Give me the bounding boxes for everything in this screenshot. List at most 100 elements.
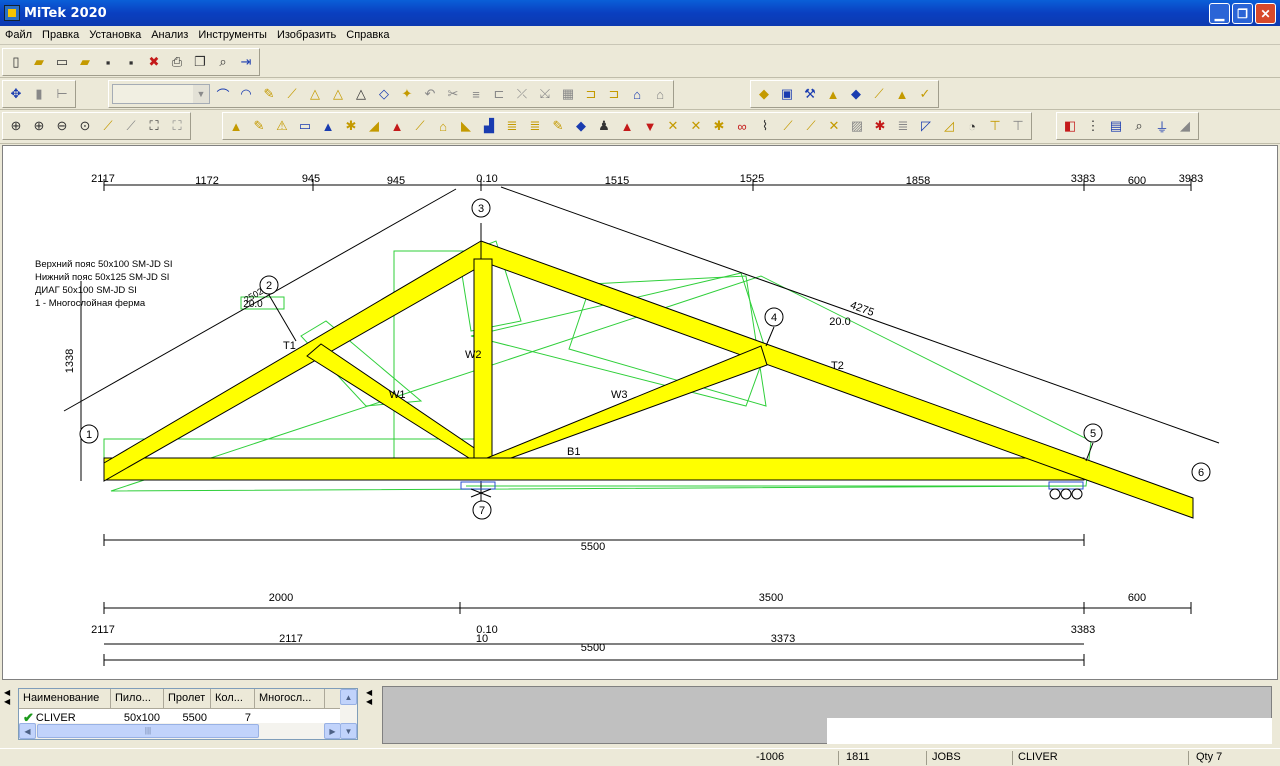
menu-file[interactable]: Файл (0, 29, 37, 41)
col-ply[interactable]: Многосл... (255, 689, 325, 708)
col-span[interactable]: Пролет (164, 689, 211, 708)
layer-combo[interactable]: ▼ (112, 84, 210, 104)
maximize-button[interactable]: ❐ (1232, 3, 1253, 24)
select-icon[interactable]: ⟋ (98, 116, 118, 136)
copy-icon[interactable]: ❐ (190, 52, 210, 72)
cut-icon[interactable]: ✂ (443, 84, 463, 104)
check-mark-icon[interactable]: ✓ (915, 84, 935, 104)
menu-edit[interactable]: Правка (37, 29, 84, 41)
triangle-icon[interactable]: ◿ (939, 116, 959, 136)
truss3-icon[interactable]: △ (351, 84, 371, 104)
exit-door-icon[interactable]: ◧ (1060, 116, 1080, 136)
layer-off-icon[interactable]: ≣ (893, 116, 913, 136)
save-icon[interactable]: ▪ (98, 52, 118, 72)
save-as-icon[interactable]: ▪ (121, 52, 141, 72)
person-icon[interactable]: ♟ (594, 116, 614, 136)
gun-icon[interactable]: ◢ (1175, 116, 1195, 136)
plate-icon[interactable]: ✦ (397, 84, 417, 104)
preview-input-area[interactable] (827, 718, 1272, 744)
scroll-right-icon[interactable]: ▶ (324, 723, 341, 739)
pen-icon[interactable]: ✎ (249, 116, 269, 136)
close-button[interactable]: ✕ (1255, 3, 1276, 24)
cross-icon[interactable]: ✕ (663, 116, 683, 136)
bench-icon[interactable]: ⊤ (985, 116, 1005, 136)
warning-icon[interactable]: ⚠ (272, 116, 292, 136)
bend-icon[interactable]: ⟋ (801, 116, 821, 136)
zoom-out-icon[interactable]: ⊖ (52, 116, 72, 136)
wrench-icon[interactable]: ⚒ (800, 84, 820, 104)
truss2-icon[interactable]: △ (328, 84, 348, 104)
clock-icon[interactable]: ◔ (962, 116, 982, 136)
col-qty[interactable]: Кол... (211, 689, 255, 708)
scroll-left-icon[interactable]: ◀ (19, 723, 36, 739)
grid-horizontal-scrollbar[interactable]: ◀ ||| ▶ (19, 723, 341, 739)
line-icon[interactable]: ⟋ (282, 84, 302, 104)
gable-icon[interactable]: ⌂ (433, 116, 453, 136)
corner-icon[interactable]: ◸ (916, 116, 936, 136)
load-icon[interactable]: ▲ (823, 84, 843, 104)
grid-view-icon[interactable]: ▤ (1106, 116, 1126, 136)
open-folder-icon[interactable]: ▰ (29, 52, 49, 72)
joint-icon[interactable]: ⊏ (489, 84, 509, 104)
analysis-icon[interactable]: ▣ (777, 84, 797, 104)
cross2-icon[interactable]: ✕ (686, 116, 706, 136)
pencil-icon[interactable]: ✎ (259, 84, 279, 104)
dimension-icon[interactable]: ⊢ (52, 84, 72, 104)
x-brace-icon[interactable]: ✕ (824, 116, 844, 136)
web-icon[interactable]: ✱ (341, 116, 361, 136)
scroll-thumb[interactable]: ||| (37, 724, 259, 738)
roof-red2-icon[interactable]: ▲ (617, 116, 637, 136)
bench2-icon[interactable]: ⊤ (1008, 116, 1028, 136)
move-icon[interactable]: ✥ (6, 84, 26, 104)
undo-icon[interactable]: ↶ (420, 84, 440, 104)
arc2-icon[interactable]: ◠ (236, 84, 256, 104)
layers2-icon[interactable]: ≣ (525, 116, 545, 136)
delete-icon[interactable]: ✖ (144, 52, 164, 72)
house2-icon[interactable]: ⌂ (650, 84, 670, 104)
stair-icon[interactable]: ▟ (479, 116, 499, 136)
house-icon[interactable]: ⌂ (627, 84, 647, 104)
truss-drawing[interactable]: 1 2 3 4 5 6 7 T1 T2 W1 W2 W3 B1 2117 117… (3, 146, 1277, 679)
merge-icon[interactable]: ⤩ (535, 84, 555, 104)
cross3-icon[interactable]: ✱ (870, 116, 890, 136)
open-doc-icon[interactable]: ▰ (75, 52, 95, 72)
web2-icon[interactable]: ◢ (364, 116, 384, 136)
star-icon[interactable]: ✱ (709, 116, 729, 136)
edit-member-icon[interactable]: ✎ (548, 116, 568, 136)
bracket-icon[interactable]: ⊐ (581, 84, 601, 104)
menu-tools[interactable]: Инструменты (193, 29, 272, 41)
frame-icon[interactable]: ⛶ (144, 116, 164, 136)
hatch-icon[interactable]: ◣ (456, 116, 476, 136)
split-icon[interactable]: ⤫ (512, 84, 532, 104)
new-doc-icon[interactable]: ▭ (52, 52, 72, 72)
check-icon[interactable]: ◇ (374, 84, 394, 104)
plug-icon[interactable]: ⏚ (1152, 116, 1172, 136)
truss-icon[interactable]: △ (305, 84, 325, 104)
bracket2-icon[interactable]: ⊐ (604, 84, 624, 104)
zoom-icon[interactable]: ⊕ (6, 116, 26, 136)
arrow-left3-icon[interactable]: ◀ (366, 688, 378, 697)
grid-vertical-scrollbar[interactable]: ▲ ▼ (340, 689, 357, 739)
new-file-icon[interactable]: ▯ (6, 52, 26, 72)
select2-icon[interactable]: ⟋ (121, 116, 141, 136)
brace-icon[interactable]: ⟋ (869, 84, 889, 104)
col-name[interactable]: Наименование (19, 689, 111, 708)
table-icon[interactable]: ▦ (558, 84, 578, 104)
zoom-fit-icon[interactable]: ⊙ (75, 116, 95, 136)
brush-icon[interactable]: ⟋ (778, 116, 798, 136)
ruler-icon[interactable]: ▭ (295, 116, 315, 136)
splice-icon[interactable]: ⌇ (755, 116, 775, 136)
diamond-icon[interactable]: ◆ (571, 116, 591, 136)
link-icon[interactable]: ∞ (732, 116, 752, 136)
roof-red-icon[interactable]: ▲ (387, 116, 407, 136)
arrow-left2-icon[interactable]: ◀ (4, 697, 16, 706)
plate-design-icon[interactable]: ▲ (892, 84, 912, 104)
col-lumber[interactable]: Пило... (111, 689, 164, 708)
grid-icon[interactable]: ≡ (466, 84, 486, 104)
arrow-left-icon[interactable]: ◀ (4, 688, 16, 697)
drawing-canvas[interactable]: 1 2 3 4 5 6 7 T1 T2 W1 W2 W3 B1 2117 117… (2, 145, 1278, 680)
arc-icon[interactable]: ⌒ (213, 84, 233, 104)
scroll-up-icon[interactable]: ▲ (340, 689, 357, 705)
left-panel-arrows[interactable]: ◀ ◀ (4, 688, 16, 740)
print-icon[interactable]: ⎙ (167, 52, 187, 72)
